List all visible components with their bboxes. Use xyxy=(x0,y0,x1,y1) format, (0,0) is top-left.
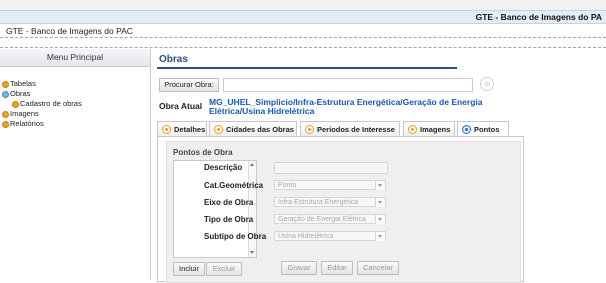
main-content: Obras Procurar Obra: Obra Atual MG_UHEL_… xyxy=(151,49,606,283)
tab-label: Períodos de Interesse xyxy=(317,125,395,134)
descricao-field[interactable] xyxy=(274,162,388,174)
tab-pontos[interactable]: Pontos xyxy=(457,121,509,136)
subtipo-label: Subtipo de Obra xyxy=(204,232,267,241)
tab-imagens[interactable]: Imagens xyxy=(403,121,455,136)
divider xyxy=(0,37,606,38)
title-underline xyxy=(157,67,457,69)
current-obra-value: MG_UHEL_Simplicio/Infra-Estrutura Energé… xyxy=(209,97,483,116)
tab-label: Detalhes xyxy=(174,125,206,134)
divider xyxy=(0,47,606,48)
search-obra-input[interactable] xyxy=(223,78,473,92)
chevron-down-icon[interactable] xyxy=(375,198,385,207)
eixo-select[interactable]: Infra-Estrutura Energética xyxy=(274,197,386,207)
scroll-down-icon[interactable] xyxy=(250,251,254,254)
tab-bullet-icon xyxy=(214,125,223,134)
bullet-icon xyxy=(2,111,9,118)
scroll-up-icon[interactable] xyxy=(250,163,254,166)
search-go-button[interactable] xyxy=(480,77,494,91)
sidebar-item-imagens[interactable]: Imagens xyxy=(0,109,82,119)
tab-label: Imagens xyxy=(420,125,451,134)
incluir-button[interactable]: Incluir xyxy=(173,262,205,276)
tab-label: Cidades das Obras xyxy=(226,125,294,134)
tipo-select[interactable]: Geração de Energia Elétrica xyxy=(274,214,386,224)
subtipo-value: Usina Hidrelétrica xyxy=(278,233,334,240)
eixo-value: Infra-Estrutura Energética xyxy=(278,199,359,206)
search-obra-button[interactable]: Procurar Obra: xyxy=(159,78,219,92)
cat-geometrica-value: Ponto xyxy=(278,182,297,189)
editar-button[interactable]: Editar xyxy=(321,261,353,275)
bullet-icon xyxy=(2,81,9,88)
bullet-icon xyxy=(2,91,9,98)
chevron-down-icon[interactable] xyxy=(375,232,385,241)
sidebar-item-label: Imagens xyxy=(10,109,39,118)
list-scrollbar[interactable] xyxy=(248,161,256,257)
sidebar: Menu Principal Tabelas Obras Cadastro de… xyxy=(0,49,151,280)
app-subtitle: GTE - Banco de Imagens do PAC xyxy=(6,26,133,36)
gravar-button[interactable]: Gravar xyxy=(281,261,317,275)
sidebar-item-label: Obras xyxy=(10,89,31,98)
tab-detalhes[interactable]: Detalhes xyxy=(157,121,207,136)
page-title: Obras xyxy=(159,54,188,65)
tipo-value: Geração de Energia Elétrica xyxy=(278,216,366,223)
tab-cidades-das-obras[interactable]: Cidades das Obras xyxy=(209,121,297,136)
chevron-down-icon[interactable] xyxy=(375,181,385,190)
sidebar-item-label: Relatórios xyxy=(10,119,44,128)
tab-bullet-icon xyxy=(305,125,314,134)
cat-geometrica-select[interactable]: Ponto xyxy=(274,180,386,190)
pontos-tab-panel: Pontos de Obra Descrição Cat.Geométrica … xyxy=(157,136,524,283)
sidebar-item-tabelas[interactable]: Tabelas xyxy=(0,79,82,89)
pontos-title: Pontos de Obra xyxy=(173,148,233,157)
bullet-icon xyxy=(2,121,9,128)
sidebar-menu: Tabelas Obras Cadastro de obras Imagens … xyxy=(0,79,82,129)
sidebar-item-label: Tabelas xyxy=(10,79,36,88)
sidebar-item-relatorios[interactable]: Relatórios xyxy=(0,119,82,129)
tab-bullet-icon xyxy=(408,125,417,134)
subtipo-select[interactable]: Usina Hidrelétrica xyxy=(274,231,386,241)
tab-label: Pontos xyxy=(474,125,500,134)
tab-periodos-de-interesse[interactable]: Períodos de Interesse xyxy=(300,121,400,136)
current-obra-label: Obra Atual xyxy=(159,101,203,111)
descricao-label: Descrição xyxy=(204,163,243,172)
tipo-label: Tipo de Obra xyxy=(204,215,254,224)
tab-bullet-icon xyxy=(462,125,471,134)
sidebar-item-cadastro-de-obras[interactable]: Cadastro de obras xyxy=(0,99,82,109)
sidebar-item-label: Cadastro de obras xyxy=(20,99,82,108)
excluir-button[interactable]: Excluir xyxy=(206,262,242,276)
cancelar-button[interactable]: Cancelar xyxy=(357,261,399,275)
tab-bullet-icon xyxy=(162,125,171,134)
pontos-listbox[interactable] xyxy=(173,160,257,258)
sidebar-item-obras[interactable]: Obras xyxy=(0,89,82,99)
pontos-de-obra-box: Pontos de Obra Descrição Cat.Geométrica … xyxy=(166,141,521,283)
eixo-label: Eixo de Obra xyxy=(204,198,254,207)
chevron-down-icon[interactable] xyxy=(375,215,385,224)
app-title: GTE - Banco de Imagens do PA xyxy=(475,12,602,22)
cat-geometrica-label: Cat.Geométrica xyxy=(204,181,264,190)
bullet-icon xyxy=(12,101,19,108)
window-titlebar xyxy=(0,0,606,24)
sidebar-header: Menu Principal xyxy=(0,49,150,67)
